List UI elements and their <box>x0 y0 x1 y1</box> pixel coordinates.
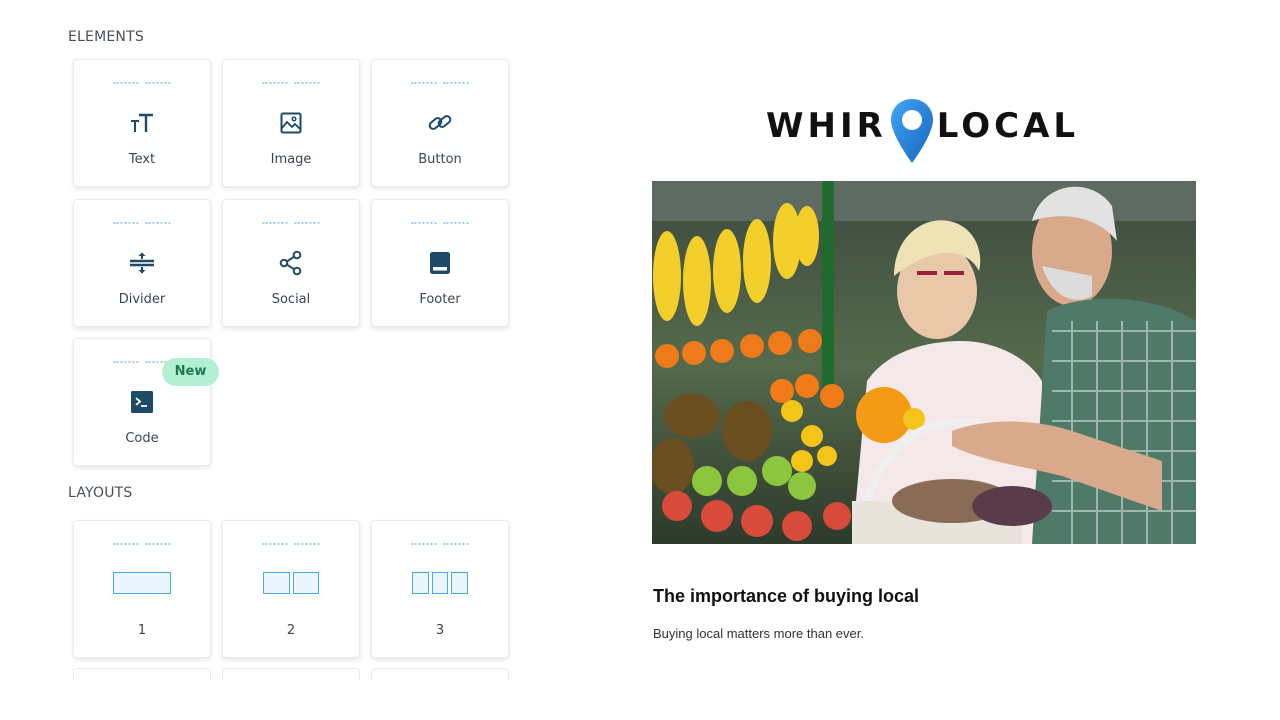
brand-logo: WHIR LOCAL <box>766 92 1084 163</box>
layout-label: 2 <box>286 623 296 638</box>
hero-image[interactable] <box>652 181 1196 544</box>
text-size-icon <box>129 110 155 136</box>
drag-handle-dots <box>113 543 171 545</box>
share-icon <box>278 250 304 276</box>
layout-card-partial[interactable] <box>371 668 509 680</box>
layout-label: 3 <box>435 623 445 638</box>
element-card-footer[interactable]: Footer <box>371 199 509 327</box>
article-title: The importance of buying local <box>653 586 920 606</box>
logo-text-left: WHIR <box>766 106 887 146</box>
layout-card-3-columns[interactable]: 3 <box>371 520 509 658</box>
layout-label: 1 <box>137 623 147 638</box>
drag-handle-dots <box>262 222 320 224</box>
article-body: Buying local matters more than ever. <box>653 626 864 641</box>
market-photo <box>652 181 1196 544</box>
layout-card-1-column[interactable]: 1 <box>73 520 211 658</box>
element-label: Code <box>125 431 159 446</box>
element-label: Button <box>418 152 462 167</box>
image-icon <box>278 110 304 136</box>
two-column-layout-icon <box>263 572 319 594</box>
drag-handle-dots <box>411 222 469 224</box>
link-icon <box>427 110 453 136</box>
layouts-section-title: LAYOUTS <box>68 485 133 501</box>
one-column-layout-icon <box>113 572 171 594</box>
element-label: Social <box>271 292 311 307</box>
element-card-text[interactable]: Text <box>73 59 211 187</box>
drag-handle-dots <box>113 82 171 84</box>
element-card-divider[interactable]: Divider <box>73 199 211 327</box>
drag-handle-dots <box>113 361 171 363</box>
drag-handle-dots <box>262 82 320 84</box>
divider-icon <box>129 250 155 276</box>
elements-section-title: ELEMENTS <box>68 29 144 45</box>
layout-card-partial[interactable] <box>73 668 211 680</box>
layout-card-2-columns[interactable]: 2 <box>222 520 360 658</box>
three-column-layout-icon <box>412 572 468 594</box>
drag-handle-dots <box>113 222 171 224</box>
element-label: Image <box>270 152 312 167</box>
drag-handle-dots <box>411 543 469 545</box>
drag-handle-dots <box>262 543 320 545</box>
element-card-image[interactable]: Image <box>222 59 360 187</box>
element-card-button[interactable]: Button <box>371 59 509 187</box>
location-pin-icon <box>890 99 933 163</box>
footer-icon <box>427 250 453 276</box>
element-label: Text <box>128 152 156 167</box>
element-label: Footer <box>419 292 461 307</box>
new-badge: New <box>162 358 219 386</box>
drag-handle-dots <box>411 82 469 84</box>
layout-card-partial[interactable] <box>222 668 360 680</box>
terminal-icon <box>129 389 155 415</box>
element-label: Divider <box>118 292 166 307</box>
logo-text-right: LOCAL <box>936 106 1080 146</box>
element-card-social[interactable]: Social <box>222 199 360 327</box>
